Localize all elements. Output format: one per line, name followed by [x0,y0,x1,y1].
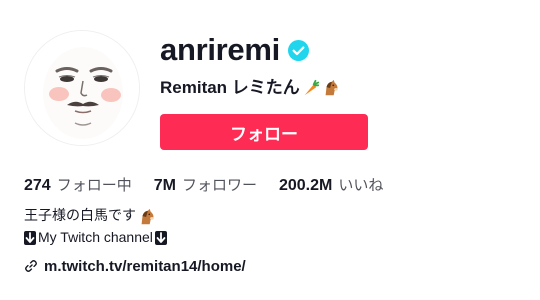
nickname-row: Remitan レミたん [160,76,340,100]
down-arrow-icon [154,230,167,245]
avatar[interactable] [24,30,140,146]
bio-text-2: My Twitch channel [38,229,153,245]
stat-followers-count: 7M [153,177,176,194]
horse-emoji-icon [325,79,338,96]
username: anriremi [160,32,280,67]
verified-badge-icon [287,39,309,61]
stat-likes-count: 200.2M [278,177,333,194]
stat-followers[interactable]: 7M フォロワー [154,174,257,195]
stat-following-count: 274 [24,177,51,194]
bio-line-1: 王子様の白馬です [24,206,167,227]
carrot-emoji-icon [304,79,319,96]
follow-button[interactable]: フォロー [160,114,368,150]
face-avatar-image [25,31,139,145]
bio-text-1: 王子様の白馬です [24,208,136,224]
bio-link-row[interactable]: m.twitch.tv/remitan14/home/ [24,256,246,276]
stat-following[interactable]: 274 フォロー中 [24,174,132,195]
username-row: anriremi [160,30,309,70]
link-icon [25,260,37,272]
stats-row: 274 フォロー中 7M フォロワー 200.2M いいね [24,174,405,198]
bio-link[interactable]: m.twitch.tv/remitan14/home/ [44,258,246,275]
nickname: Remitan レミたん [160,78,300,97]
stat-followers-label: フォロワー [181,176,257,194]
bio-line-2: My Twitch channel [24,227,167,248]
horse-emoji-icon [141,208,154,224]
down-arrow-icon [24,230,36,245]
bio: 王子様の白馬です My Twitch channel [24,206,167,248]
stat-following-label: フォロー中 [56,176,132,194]
stat-likes-label: いいね [338,176,384,194]
stat-likes: 200.2M いいね [279,174,383,195]
